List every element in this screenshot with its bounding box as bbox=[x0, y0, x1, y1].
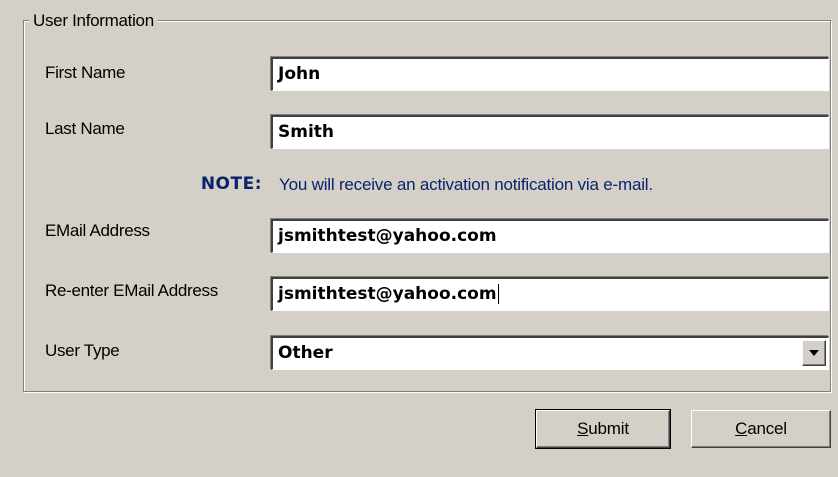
cancel-button[interactable]: Cancel bbox=[691, 410, 831, 448]
first-name-value: John bbox=[278, 64, 321, 84]
cancel-label: ancel bbox=[747, 419, 787, 438]
submit-label: ubmit bbox=[588, 419, 629, 438]
chevron-down-icon[interactable] bbox=[802, 340, 826, 366]
user-type-label: User Type bbox=[45, 341, 120, 360]
submit-mnemonic: S bbox=[577, 419, 589, 438]
first-name-field[interactable]: John bbox=[271, 57, 829, 91]
user-type-select[interactable]: Other bbox=[271, 336, 829, 370]
note-text: You will receive an activation notificat… bbox=[279, 175, 653, 194]
email-address-value: jsmithtest@yahoo.com bbox=[278, 226, 497, 246]
last-name-value: Smith bbox=[278, 122, 335, 142]
reenter-email-value: jsmithtest@yahoo.com bbox=[278, 284, 497, 304]
email-address-label: EMail Address bbox=[45, 221, 150, 240]
first-name-label: First Name bbox=[45, 63, 126, 82]
text-cursor bbox=[497, 284, 499, 304]
email-address-field[interactable]: jsmithtest@yahoo.com bbox=[271, 219, 829, 253]
cancel-mnemonic: C bbox=[735, 419, 748, 438]
user-type-value: Other bbox=[278, 343, 333, 363]
submit-button[interactable]: Submit bbox=[535, 409, 671, 449]
last-name-label: Last Name bbox=[45, 119, 125, 138]
group-title: User Information bbox=[29, 10, 158, 32]
last-name-field[interactable]: Smith bbox=[271, 115, 829, 149]
reenter-email-label: Re-enter EMail Address bbox=[45, 281, 218, 300]
reenter-email-field[interactable]: jsmithtest@yahoo.com bbox=[271, 277, 829, 311]
note-label: NOTE: bbox=[200, 174, 262, 194]
